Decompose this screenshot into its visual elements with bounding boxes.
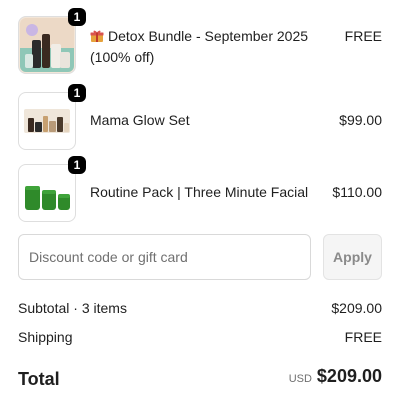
discount-row: Apply (18, 234, 382, 280)
shipping-label: Shipping (18, 329, 73, 345)
total-value: $209.00 (316, 366, 382, 386)
apply-discount-button[interactable]: Apply (323, 234, 382, 280)
product-thumbnail: 1 (18, 8, 86, 74)
line-item-detox-bundle: 1 Detox Bundle - September 2025 (100% of… (18, 8, 382, 74)
quantity-badge: 1 (68, 84, 86, 102)
line-item-mama-glow-set: 1 Mama Glow Set $99.00 (18, 84, 382, 150)
product-title-text: Detox Bundle - September 2025 (100% off) (90, 28, 309, 65)
product-title: Routine Pack | Three Minute Facial (90, 184, 309, 200)
product-title: Mama Glow Set (90, 112, 190, 128)
subtotal-label: Subtotal · 3 items (18, 300, 127, 316)
mama-glow-set-image (20, 94, 74, 148)
product-price: $99.00 (339, 112, 382, 128)
product-title: Detox Bundle - September 2025 (100% off) (90, 26, 310, 68)
product-thumbnail: 1 (18, 156, 86, 222)
quantity-badge: 1 (68, 8, 86, 26)
total-row: Total USD $209.00 (18, 366, 382, 394)
discount-code-input[interactable] (18, 234, 311, 280)
currency-code: USD (288, 373, 312, 385)
quantity-badge: 1 (68, 156, 86, 174)
subtotal-value: $209.00 (331, 300, 382, 316)
product-price: FREE (344, 28, 382, 44)
product-thumbnail: 1 (18, 84, 86, 150)
product-price: $110.00 (332, 184, 382, 200)
total-label: Total (18, 369, 60, 389)
total-amount: USD $209.00 (289, 366, 382, 387)
detox-bundle-image (20, 18, 74, 72)
line-item-routine-pack: 1 Routine Pack | Three Minute Facial $11… (18, 156, 382, 222)
gift-box-icon (90, 30, 104, 42)
shipping-value: FREE (344, 329, 382, 345)
routine-pack-image (20, 166, 74, 220)
